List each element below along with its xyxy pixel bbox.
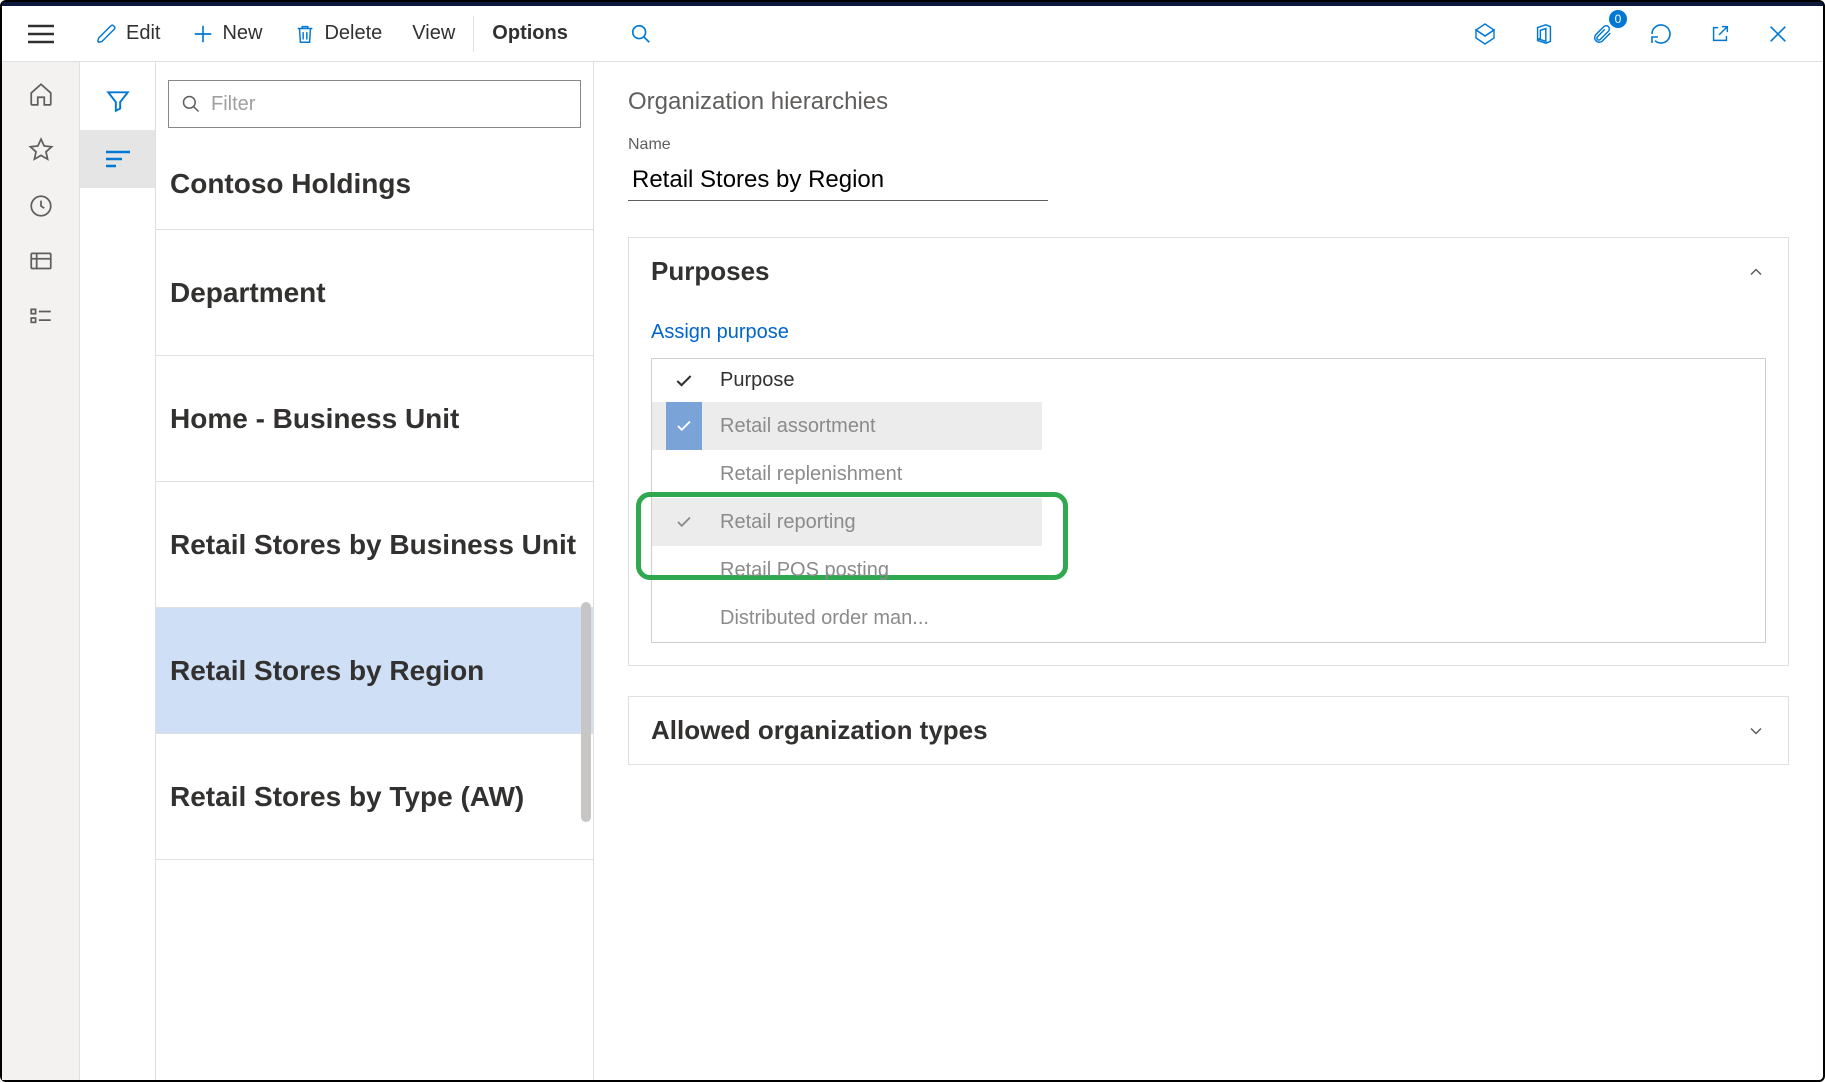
favorites-star-icon[interactable]: [27, 136, 55, 164]
popout-button[interactable]: [1699, 15, 1741, 53]
purpose-row[interactable]: Retail assortment: [652, 402, 1042, 450]
check-icon: [666, 402, 702, 450]
nav-rail: [2, 62, 80, 1080]
filter-funnel-icon[interactable]: [80, 72, 155, 130]
hierarchy-item[interactable]: Retail Stores by Type (AW): [156, 734, 593, 860]
action-bar: Edit New Delete View Options: [2, 6, 1823, 62]
search-action-button[interactable]: [622, 15, 660, 53]
filter-box[interactable]: [168, 80, 581, 128]
options-label: Options: [492, 22, 568, 45]
name-input[interactable]: [628, 160, 1048, 201]
attachments-count-badge: 0: [1609, 10, 1627, 28]
purpose-row[interactable]: Retail POS posting: [652, 546, 1765, 594]
close-button[interactable]: [1757, 15, 1799, 53]
empty-check: [666, 594, 702, 642]
purpose-row[interactable]: Distributed order man...: [652, 594, 1765, 642]
trash-icon: [294, 23, 316, 45]
check-column-icon[interactable]: [666, 371, 702, 391]
edit-label: Edit: [126, 22, 160, 45]
dynamics-icon-button[interactable]: [1463, 14, 1507, 54]
purpose-row[interactable]: Retail reporting: [652, 498, 1042, 546]
workspaces-icon[interactable]: [27, 248, 55, 276]
allowed-types-title: Allowed organization types: [651, 715, 988, 746]
sort-list-icon[interactable]: [80, 130, 155, 188]
purpose-row-label: Retail reporting: [720, 511, 1042, 534]
chevron-down-icon: [1746, 721, 1766, 741]
hierarchy-list-pane: Contoso Holdings Department Home - Busin…: [156, 62, 594, 1080]
empty-check: [666, 450, 702, 498]
hierarchy-item-label: Department: [170, 277, 326, 309]
chevron-up-icon: [1746, 262, 1766, 282]
office-icon-button[interactable]: [1523, 14, 1565, 54]
edit-button[interactable]: Edit: [80, 6, 176, 61]
home-icon[interactable]: [27, 80, 55, 108]
detail-pane: Organization hierarchies Name Purposes A…: [594, 62, 1823, 1080]
recent-clock-icon[interactable]: [27, 192, 55, 220]
refresh-button[interactable]: [1639, 14, 1683, 54]
pencil-icon: [96, 23, 118, 45]
view-button[interactable]: View: [398, 6, 469, 61]
check-icon: [666, 498, 702, 546]
purposes-title: Purposes: [651, 256, 770, 287]
options-button[interactable]: Options: [478, 6, 582, 61]
separator: [473, 16, 474, 52]
hierarchy-item-label: Retail Stores by Region: [170, 655, 484, 687]
new-button[interactable]: New: [176, 6, 278, 61]
filter-rail: [80, 62, 156, 1080]
delete-button[interactable]: Delete: [278, 6, 398, 61]
purpose-row-label: Retail replenishment: [720, 463, 1765, 486]
hierarchy-item-label: Retail Stores by Type (AW): [170, 781, 524, 813]
hierarchy-item[interactable]: Department: [156, 230, 593, 356]
delete-label: Delete: [324, 22, 382, 45]
hierarchy-item-label: Retail Stores by Business Unit: [170, 529, 576, 561]
allowed-types-fasttab: Allowed organization types: [628, 696, 1789, 765]
scrollbar-thumb[interactable]: [581, 602, 591, 822]
page-title: Organization hierarchies: [628, 88, 1789, 116]
purpose-row-label: Retail POS posting: [720, 559, 1765, 582]
purpose-column-header[interactable]: Purpose: [720, 369, 1751, 392]
purpose-grid-header: Purpose: [652, 359, 1765, 402]
name-field-label: Name: [628, 136, 1789, 154]
hierarchy-item[interactable]: Contoso Holdings: [156, 138, 593, 230]
allowed-types-header[interactable]: Allowed organization types: [629, 697, 1788, 764]
hierarchy-item-selected[interactable]: Retail Stores by Region: [156, 608, 593, 734]
purposes-fasttab: Purposes Assign purpose Purpose: [628, 237, 1789, 666]
hierarchy-item-label: Home - Business Unit: [170, 403, 459, 435]
empty-check: [666, 546, 702, 594]
hamburger-menu-button[interactable]: [20, 16, 62, 52]
purpose-row-label: Distributed order man...: [720, 607, 1765, 630]
hierarchy-item-label: Contoso Holdings: [170, 168, 411, 200]
purpose-grid: Purpose Retail assortment Retail repleni…: [651, 358, 1766, 643]
purposes-header[interactable]: Purposes: [629, 238, 1788, 305]
hierarchy-item[interactable]: Home - Business Unit: [156, 356, 593, 482]
search-icon: [181, 94, 201, 114]
hierarchy-item[interactable]: Retail Stores by Business Unit: [156, 482, 593, 608]
filter-input[interactable]: [211, 93, 568, 116]
view-label: View: [412, 22, 455, 45]
assign-purpose-link[interactable]: Assign purpose: [651, 315, 789, 358]
purpose-row-label: Retail assortment: [720, 415, 1042, 438]
plus-icon: [192, 23, 214, 45]
modules-icon[interactable]: [27, 304, 55, 332]
purpose-row[interactable]: Retail replenishment: [652, 450, 1765, 498]
new-label: New: [222, 22, 262, 45]
